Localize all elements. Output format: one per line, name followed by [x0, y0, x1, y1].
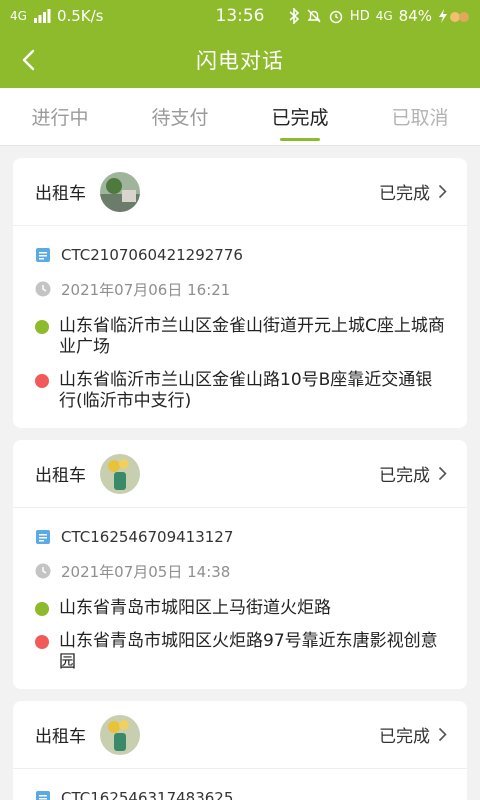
start-dot-icon — [35, 320, 49, 334]
vehicle-type: 出租车 — [35, 727, 86, 747]
order-card[interactable]: 出租车 已完成 CTC162546317483625 — [13, 701, 467, 800]
alarm-icon — [329, 10, 343, 24]
status-bar: 4G 0.5K/s 13:56 HD 4G 84% — [0, 0, 480, 32]
page-title: 闪电对话 — [196, 49, 284, 73]
order-number-row: CTC162546317483625 — [35, 783, 447, 800]
order-status[interactable]: 已完成 — [379, 722, 447, 747]
nav-bar: 闪电对话 — [0, 32, 480, 88]
tab-completed[interactable]: 已完成 — [240, 88, 360, 145]
avatar — [100, 714, 140, 755]
order-number: CTC162546317483625 — [61, 789, 234, 800]
order-number-row: CTC162546709413127 — [35, 522, 447, 552]
chevron-right-icon — [438, 727, 447, 742]
network-speed: 0.5K/s — [56, 7, 104, 25]
start-address: 山东省临沂市兰山区金雀山街道开元上城C座上城商业广场 — [59, 316, 445, 357]
vehicle-type: 出租车 — [35, 466, 86, 486]
order-card-body: CTC2107060421292776 2021年07月06日 16:21 山东… — [13, 226, 467, 428]
order-card-header: 出租车 已完成 — [13, 440, 467, 508]
clock-icon — [35, 281, 51, 297]
status-label: 已完成 — [379, 466, 430, 486]
order-card[interactable]: 出租车 已完成 CTC2107060421292776 2021年07月06日 … — [13, 158, 467, 428]
order-card-header: 出租车 已完成 — [13, 158, 467, 226]
back-button[interactable] — [12, 44, 44, 76]
order-tabs: 进行中 待支付 已完成 已取消 — [0, 88, 480, 146]
order-card-header: 出租车 已完成 — [13, 701, 467, 769]
chevron-right-icon — [438, 184, 447, 199]
document-icon — [36, 248, 50, 262]
order-time: 2021年07月05日 14:38 — [61, 562, 231, 581]
document-icon — [36, 791, 50, 800]
end-address-row: 山东省青岛市城阳区火炬路97号靠近东唐影视创意园 — [35, 631, 447, 673]
start-address-row: 山东省青岛市城阳区上马街道火炬路 — [35, 598, 447, 619]
network-4g: 4G — [375, 9, 393, 23]
order-number-row: CTC2107060421292776 — [35, 240, 447, 270]
signal-icon — [33, 9, 51, 23]
avatar — [100, 171, 140, 212]
order-number: CTC162546709413127 — [61, 528, 234, 546]
tab-pending-payment[interactable]: 待支付 — [120, 88, 240, 145]
end-address: 山东省青岛市城阳区火炬路97号靠近东唐影视创意园 — [59, 631, 438, 672]
chevron-right-icon — [438, 466, 447, 481]
start-dot-icon — [35, 602, 49, 616]
network-type: 4G — [10, 9, 27, 23]
order-card-body: CTC162546317483625 — [13, 769, 467, 800]
bluetooth-icon — [289, 8, 300, 24]
avatar — [100, 453, 140, 494]
tab-cancelled[interactable]: 已取消 — [360, 88, 480, 145]
hd-indicator: HD — [349, 8, 370, 24]
order-card-body: CTC162546709413127 2021年07月05日 14:38 山东省… — [13, 508, 467, 689]
start-address-row: 山东省临沂市兰山区金雀山街道开元上城C座上城商业广场 — [35, 316, 447, 358]
end-dot-icon — [35, 374, 49, 388]
chevron-left-icon — [22, 49, 35, 71]
order-time: 2021年07月06日 16:21 — [61, 280, 231, 299]
order-time-row: 2021年07月06日 16:21 — [35, 274, 447, 304]
end-dot-icon — [35, 635, 49, 649]
mute-bell-icon — [307, 9, 321, 23]
order-list: 出租车 已完成 CTC2107060421292776 2021年07月06日 … — [0, 146, 480, 800]
vehicle-type: 出租车 — [35, 184, 86, 204]
end-address-row: 山东省临沂市兰山区金雀山路10号B座靠近交通银行(临沂市中支行) — [35, 370, 447, 412]
order-status[interactable]: 已完成 — [379, 179, 447, 204]
start-address: 山东省青岛市城阳区上马街道火炬路 — [59, 598, 331, 618]
document-icon — [36, 530, 50, 544]
clock-icon — [35, 563, 51, 579]
end-address: 山东省临沂市兰山区金雀山路10号B座靠近交通银行(临沂市中支行) — [59, 370, 433, 411]
clock: 13:56 — [215, 6, 265, 26]
order-card[interactable]: 出租车 已完成 CTC162546709413127 2021年07月05日 1… — [13, 440, 467, 689]
order-status[interactable]: 已完成 — [379, 461, 447, 486]
status-label: 已完成 — [379, 727, 430, 747]
battery-level: 84% — [398, 7, 432, 25]
status-label: 已完成 — [379, 184, 430, 204]
order-number: CTC2107060421292776 — [61, 246, 243, 264]
tab-in-progress[interactable]: 进行中 — [0, 88, 120, 145]
app-header: 4G 0.5K/s 13:56 HD 4G 84% 闪电对话 — [0, 0, 480, 88]
order-time-row: 2021年07月05日 14:38 — [35, 556, 447, 586]
battery-charging-icon — [439, 9, 469, 23]
